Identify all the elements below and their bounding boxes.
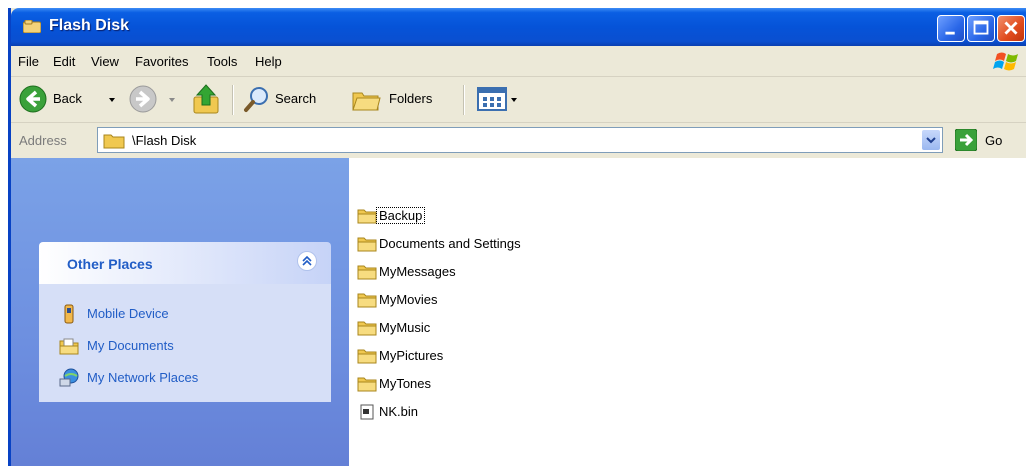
forward-arrow-icon bbox=[129, 85, 157, 113]
folder-icon bbox=[357, 349, 377, 364]
menu-edit[interactable]: Edit bbox=[53, 54, 75, 69]
menu-bar: File Edit View Favorites Tools Help bbox=[11, 46, 1026, 77]
minimize-icon bbox=[945, 31, 955, 35]
mobile-device-icon bbox=[64, 304, 74, 324]
place-label: My Documents bbox=[87, 338, 174, 353]
maximize-button[interactable] bbox=[967, 15, 995, 42]
views-icon bbox=[477, 87, 507, 111]
file-name: MyMessages bbox=[379, 264, 456, 279]
my-documents-folder-icon bbox=[59, 338, 79, 355]
folder-icon bbox=[357, 265, 377, 280]
other-places-header[interactable]: Other Places bbox=[39, 242, 331, 284]
file-name: Backup bbox=[375, 207, 426, 224]
up-folder-button[interactable] bbox=[189, 83, 225, 117]
search-label: Search bbox=[275, 91, 317, 106]
back-label: Back bbox=[53, 91, 82, 106]
file-list: Backup Documents and Settings MyMessages… bbox=[349, 158, 1026, 466]
minimize-button[interactable] bbox=[937, 15, 965, 42]
close-button[interactable] bbox=[997, 15, 1025, 42]
place-label: My Network Places bbox=[87, 370, 199, 385]
folder-icon bbox=[357, 293, 377, 308]
flash-disk-icon bbox=[23, 20, 41, 33]
views-dropdown-icon[interactable] bbox=[511, 98, 517, 102]
folder-icon bbox=[103, 134, 125, 149]
address-dropdown-button[interactable] bbox=[922, 130, 940, 150]
other-places-list: Mobile Device My Documents My Network Pl… bbox=[39, 284, 331, 402]
menu-tools[interactable]: Tools bbox=[207, 54, 237, 69]
menu-view[interactable]: View bbox=[91, 54, 119, 69]
folders-label: Folders bbox=[389, 91, 433, 106]
menu-favorites[interactable]: Favorites bbox=[135, 54, 188, 69]
folder-icon bbox=[357, 209, 377, 224]
chevron-up-icon bbox=[302, 255, 312, 266]
network-places-icon bbox=[59, 368, 79, 387]
file-name: MyMusic bbox=[379, 320, 431, 335]
folder-icon bbox=[357, 377, 377, 392]
search-button[interactable]: Search bbox=[243, 83, 343, 117]
place-label: Mobile Device bbox=[87, 306, 169, 321]
menu-file[interactable]: File bbox=[18, 54, 39, 69]
menu-help[interactable]: Help bbox=[255, 54, 282, 69]
search-icon bbox=[244, 87, 268, 112]
views-button[interactable] bbox=[473, 83, 525, 117]
forward-button[interactable] bbox=[129, 83, 179, 117]
title-bar[interactable]: Flash Disk bbox=[11, 8, 1026, 46]
close-icon bbox=[1004, 21, 1018, 35]
other-places-title: Other Places bbox=[67, 256, 153, 272]
forward-dropdown-icon[interactable] bbox=[169, 98, 175, 102]
address-input[interactable]: \Flash Disk bbox=[97, 127, 943, 153]
go-button[interactable]: Go bbox=[985, 133, 1002, 148]
window-title: Flash Disk bbox=[49, 17, 130, 34]
up-folder-icon bbox=[193, 84, 219, 114]
back-arrow-icon bbox=[19, 85, 47, 113]
go-arrow-icon[interactable] bbox=[955, 129, 977, 151]
address-value: \Flash Disk bbox=[132, 133, 197, 148]
folders-button[interactable]: Folders bbox=[351, 83, 453, 117]
chevron-down-icon bbox=[926, 137, 936, 144]
task-pane: Other Places Mobile Device My Documents … bbox=[11, 158, 349, 466]
folder-icon bbox=[357, 321, 377, 336]
explorer-window: Flash Disk File Edit View Favorites Tool… bbox=[8, 8, 1026, 466]
folders-icon bbox=[352, 92, 381, 111]
address-bar: Address \Flash Disk Go bbox=[11, 123, 1026, 157]
back-dropdown-icon[interactable] bbox=[109, 98, 115, 102]
back-button[interactable]: Back bbox=[19, 83, 119, 117]
address-label: Address bbox=[19, 133, 67, 148]
file-name: MyPictures bbox=[379, 348, 444, 363]
file-name: MyTones bbox=[379, 376, 432, 391]
folder-icon bbox=[357, 237, 377, 252]
file-name: Documents and Settings bbox=[379, 236, 521, 251]
toolbar: Back Search Folders bbox=[11, 77, 1026, 123]
file-icon bbox=[360, 404, 374, 420]
windows-logo-icon bbox=[993, 52, 1018, 71]
file-name: NK.bin bbox=[379, 404, 419, 419]
file-name: MyMovies bbox=[379, 292, 438, 307]
collapse-button[interactable] bbox=[297, 251, 317, 271]
maximize-icon bbox=[973, 20, 989, 35]
